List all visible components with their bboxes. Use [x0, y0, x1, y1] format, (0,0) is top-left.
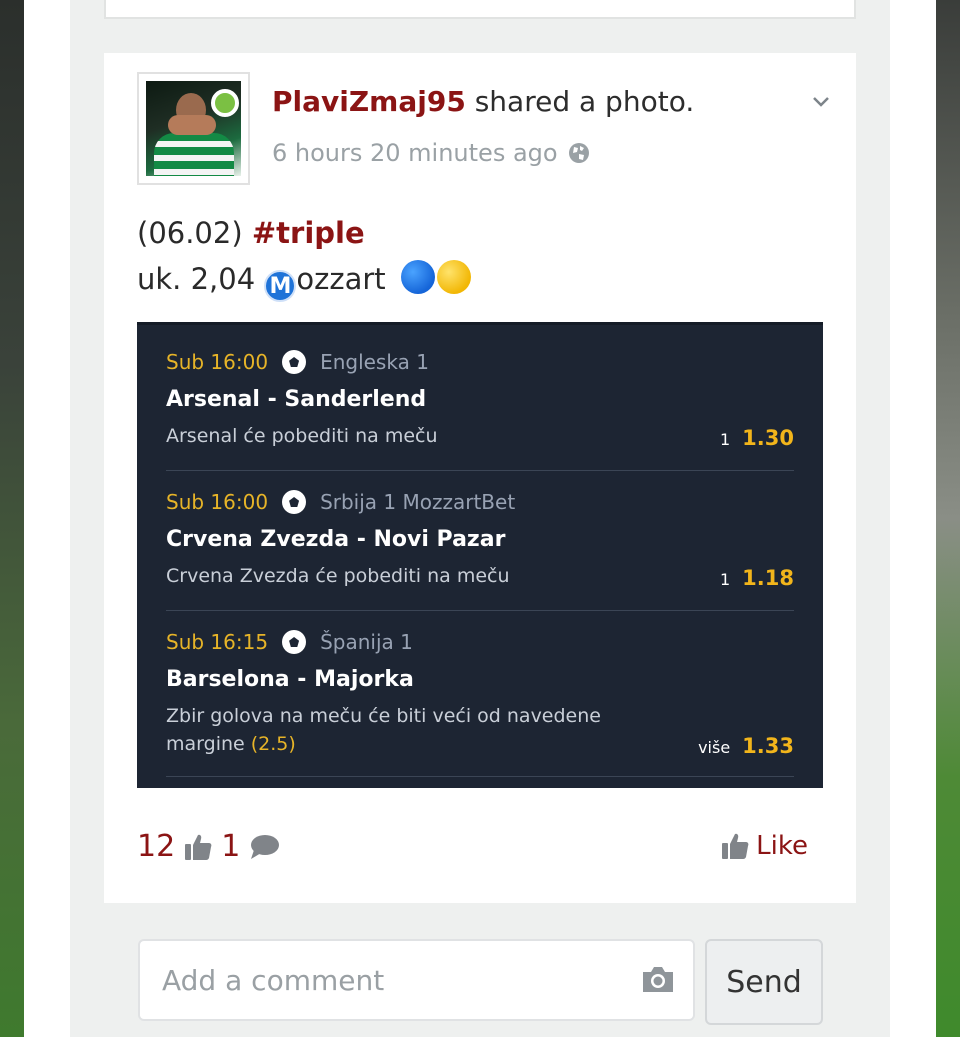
comment-count[interactable]: 1 [221, 829, 240, 864]
avatar-image [146, 81, 241, 176]
avatar[interactable] [137, 72, 250, 185]
comment-bubble-icon [251, 834, 280, 859]
match-selection: više [698, 738, 731, 757]
match-time: Sub 16:00 [166, 350, 269, 374]
thumbs-up-icon [722, 833, 749, 859]
post-meta: 6 hours 20 minutes ago [272, 139, 590, 167]
comment-area: Send [104, 903, 856, 1037]
thumbs-up-icon [185, 834, 212, 860]
soccer-ball-icon [282, 630, 307, 654]
camera-icon[interactable] [640, 964, 676, 994]
bet-ticket-image[interactable]: Sub 16:00 Engleska 1 Arsenal - Sanderlen… [137, 322, 823, 788]
background-left [0, 0, 24, 1037]
ticket-match: Sub 16:15 Španija 1 Barselona - Majorka … [166, 627, 794, 777]
post-header: PlaviZmaj95 shared a photo. [272, 85, 694, 118]
match-time: Sub 16:15 [166, 630, 269, 654]
like-button-label: Like [756, 831, 808, 861]
blue-circle-emoji-icon [400, 260, 435, 294]
like-button[interactable]: Like [720, 831, 808, 861]
metro-m-emoji-icon: M [264, 270, 297, 302]
match-description: Arsenal će pobediti na meču [166, 425, 438, 447]
author-link[interactable]: PlaviZmaj95 [272, 85, 466, 118]
match-odds: 1.18 [742, 566, 794, 590]
send-button[interactable]: Send [705, 939, 823, 1025]
match-teams: Crvena Zvezda - Novi Pazar [166, 527, 506, 552]
globe-icon [568, 143, 589, 163]
match-description: Crvena Zvezda će pobediti na meču [166, 565, 510, 587]
hashtag-link[interactable]: #triple [252, 216, 365, 250]
like-count[interactable]: 12 [137, 829, 175, 864]
background-right [936, 0, 960, 1037]
match-league: Španija 1 [320, 630, 413, 654]
match-odds: 1.30 [742, 426, 794, 450]
post-text: (06.02) #triple uk. 2,04 Mozzart [137, 210, 471, 302]
match-teams: Barselona - Majorka [166, 667, 414, 692]
yellow-circle-emoji-icon [436, 260, 471, 294]
soccer-ball-icon [282, 490, 307, 514]
chevron-down-icon[interactable] [812, 93, 830, 111]
post-timestamp[interactable]: 6 hours 20 minutes ago [272, 139, 558, 167]
previous-post-card [104, 0, 856, 19]
match-league: Srbija 1 MozzartBet [320, 490, 516, 514]
post-text-line-1: (06.02) #triple [137, 216, 365, 250]
post-card: PlaviZmaj95 shared a photo. 6 hours 20 m… [104, 53, 856, 903]
match-selection: 1 [719, 570, 731, 589]
comment-input[interactable] [138, 939, 695, 1021]
match-time: Sub 16:00 [166, 490, 269, 514]
soccer-ball-icon [282, 350, 307, 374]
ticket-match: Sub 16:00 Engleska 1 Arsenal - Sanderlen… [166, 347, 794, 471]
ticket-match: Sub 16:00 Srbija 1 MozzartBet Crvena Zve… [166, 487, 794, 611]
match-teams: Arsenal - Sanderlend [166, 387, 427, 412]
match-description: Zbir golova na meču će biti veći od nave… [166, 705, 601, 755]
post-stats: 12 1 [137, 829, 280, 864]
post-text-line-2: uk. 2,04 Mozzart [137, 256, 471, 302]
match-selection: 1 [719, 430, 731, 449]
post-action-text: shared a photo. [465, 85, 695, 118]
match-league: Engleska 1 [320, 350, 429, 374]
match-odds: 1.33 [742, 734, 794, 758]
online-status-icon [211, 89, 239, 117]
